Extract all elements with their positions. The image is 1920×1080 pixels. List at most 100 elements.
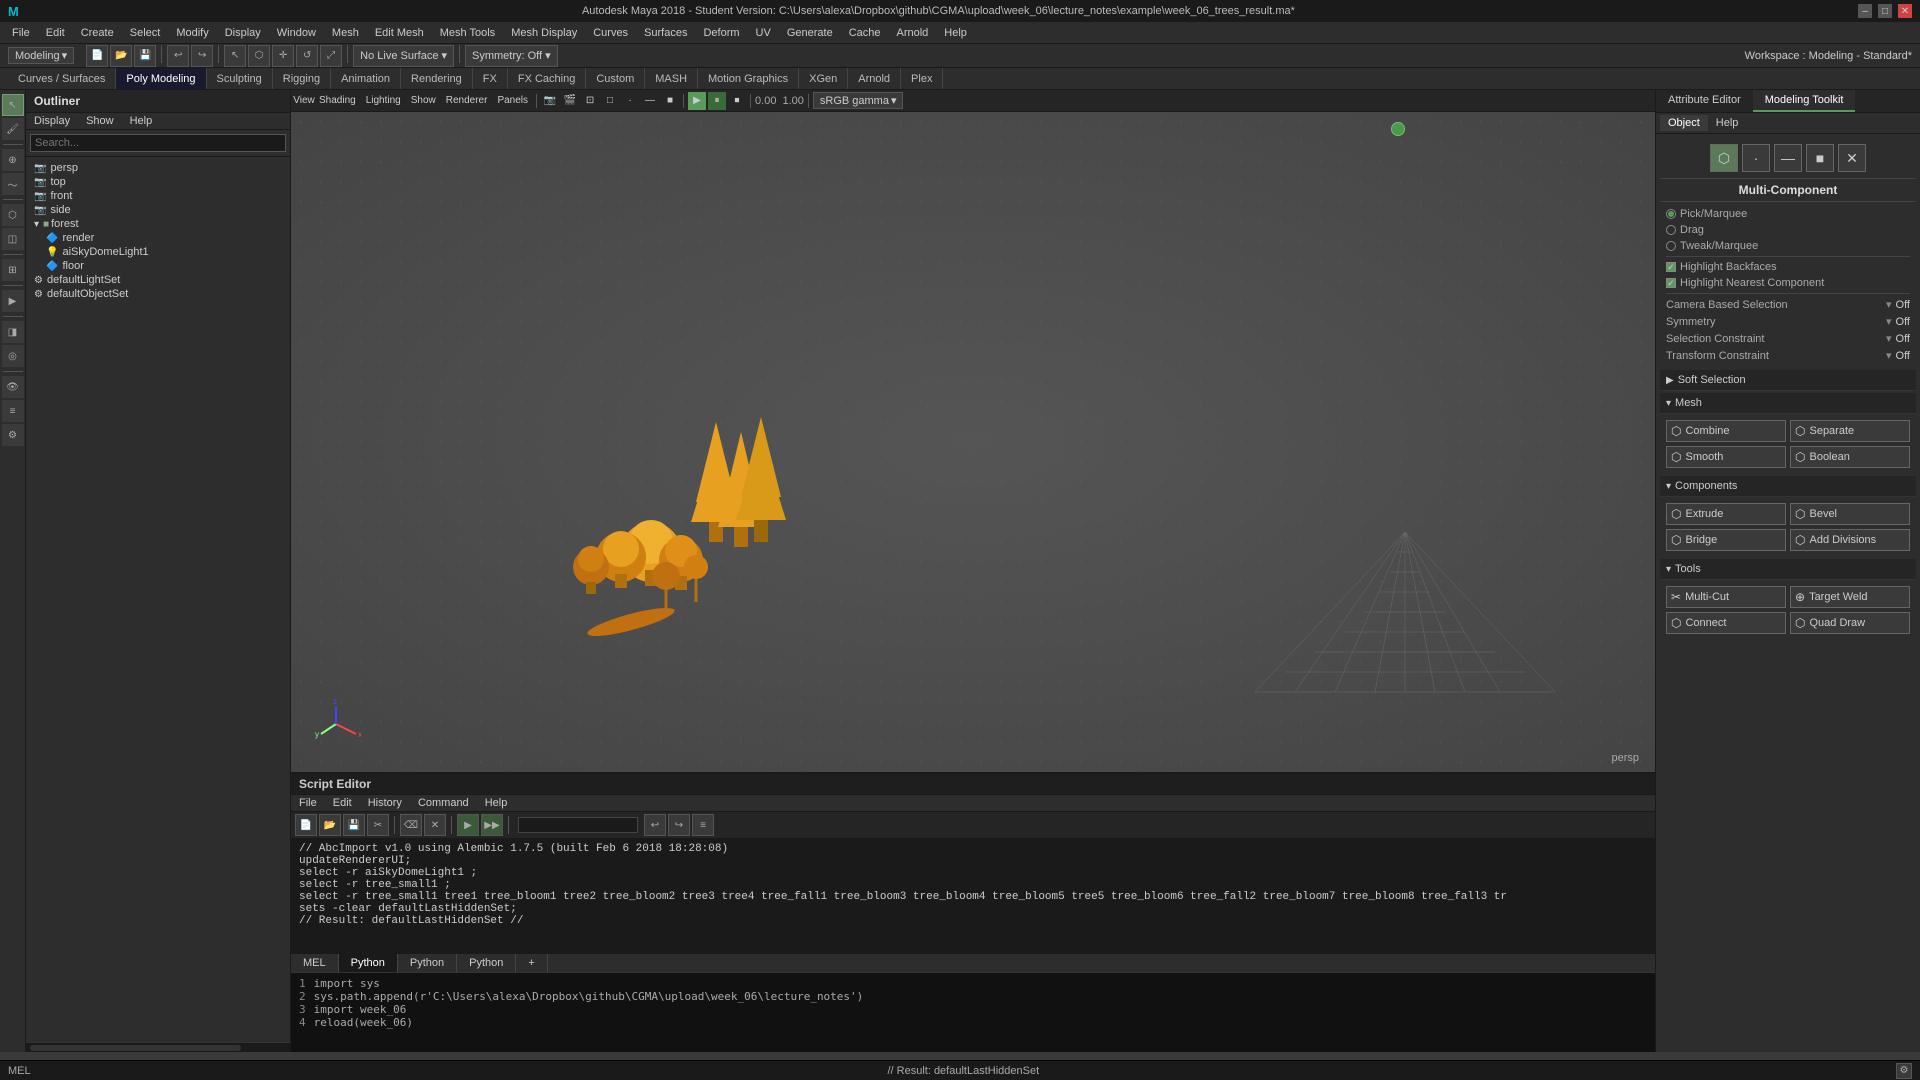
script-new-btn[interactable]: 📄	[295, 814, 317, 836]
move-tool-button[interactable]: ✛	[272, 45, 294, 67]
selection-constraint-row[interactable]: Selection Constraint ▾ Off	[1666, 330, 1910, 347]
uv-button[interactable]: ◨	[2, 321, 24, 343]
menu-select[interactable]: Select	[122, 22, 169, 43]
script-undo-btn[interactable]: ↩	[644, 814, 666, 836]
poly-button[interactable]: ⬡	[2, 204, 24, 226]
script-cut-btn[interactable]: ✂	[367, 814, 389, 836]
vp-menu-renderer[interactable]: Renderer	[442, 92, 492, 110]
outliner-menu-show[interactable]: Show	[78, 113, 122, 129]
highlight-backfaces-checkbox[interactable]: ✓	[1666, 262, 1676, 272]
tree-item-forest[interactable]: ▾ ■ forest	[30, 217, 286, 231]
cattab-rendering[interactable]: Rendering	[401, 68, 473, 89]
menu-edit-mesh[interactable]: Edit Mesh	[367, 22, 432, 43]
rp-tab-modeling-toolkit[interactable]: Modeling Toolkit	[1753, 90, 1856, 112]
layer-button[interactable]: ≡	[2, 400, 24, 422]
mode-vertex[interactable]: ·	[1742, 144, 1770, 172]
menu-surfaces[interactable]: Surfaces	[636, 22, 695, 43]
cattab-animation[interactable]: Animation	[331, 68, 401, 89]
rp-tab-attribute-editor[interactable]: Attribute Editor	[1656, 90, 1753, 112]
paint-button[interactable]: 🖌	[2, 118, 24, 140]
scale-tool-button[interactable]: ⤢	[320, 45, 342, 67]
script-menu-help[interactable]: Help	[477, 795, 516, 811]
smooth-button[interactable]: ⬡ Smooth	[1666, 446, 1786, 468]
lasso-button[interactable]: ⬡	[248, 45, 270, 67]
transform-constraint-row[interactable]: Transform Constraint ▾ Off	[1666, 347, 1910, 364]
close-button[interactable]: ✕	[1898, 4, 1912, 18]
cattab-mash[interactable]: MASH	[645, 68, 698, 89]
combine-button[interactable]: ⬡ Combine	[1666, 420, 1786, 442]
symmetry-off-button[interactable]: Symmetry: Off ▾	[465, 45, 558, 67]
menu-mesh[interactable]: Mesh	[324, 22, 367, 43]
bevel-button[interactable]: ⬡ Bevel	[1790, 503, 1910, 525]
xray-button[interactable]: ◎	[2, 345, 24, 367]
new-file-button[interactable]: 📄	[86, 45, 108, 67]
menu-curves[interactable]: Curves	[585, 22, 636, 43]
undo-button[interactable]: ↩	[167, 45, 189, 67]
quad-draw-button[interactable]: ⬡ Quad Draw	[1790, 612, 1910, 634]
cattab-arnold[interactable]: Arnold	[848, 68, 901, 89]
script-clear-history-btn[interactable]: ⌫	[400, 814, 422, 836]
script-exec-btn[interactable]: ▶	[457, 814, 479, 836]
minimize-button[interactable]: –	[1858, 4, 1872, 18]
script-input-area[interactable]: 1import sys 2sys.path.append(r'C:\Users\…	[291, 972, 1655, 1052]
multi-cut-button[interactable]: ✂ Multi-Cut	[1666, 586, 1786, 608]
menu-mesh-display[interactable]: Mesh Display	[503, 22, 585, 43]
view-button[interactable]: 👁	[2, 376, 24, 398]
boolean-button[interactable]: ⬡ Boolean	[1790, 446, 1910, 468]
mode-multi-component[interactable]: ⬡	[1710, 144, 1738, 172]
cattab-plex[interactable]: Plex	[901, 68, 943, 89]
deform-button[interactable]: ⊞	[2, 259, 24, 281]
cattab-motiongraphics[interactable]: Motion Graphics	[698, 68, 799, 89]
redo-button[interactable]: ↪	[191, 45, 213, 67]
outliner-menu-display[interactable]: Display	[26, 113, 78, 129]
script-tab-python2[interactable]: Python	[398, 954, 457, 972]
cattab-fxcaching[interactable]: FX Caching	[508, 68, 586, 89]
menu-display[interactable]: Display	[217, 22, 269, 43]
script-menu-history[interactable]: History	[360, 795, 410, 811]
vp-render-btn[interactable]: ▶	[688, 92, 706, 110]
menu-uv[interactable]: UV	[748, 22, 779, 43]
cattab-rigging[interactable]: Rigging	[273, 68, 331, 89]
maximize-button[interactable]: □	[1878, 4, 1892, 18]
curve-button[interactable]: 〜	[2, 173, 24, 195]
menu-window[interactable]: Window	[269, 22, 324, 43]
outliner-scrollbar-h[interactable]	[26, 1042, 290, 1052]
cattab-polymodeling[interactable]: Poly Modeling	[116, 68, 206, 89]
rp-subtab-help[interactable]: Help	[1708, 115, 1747, 131]
drag-row[interactable]: Drag	[1666, 222, 1910, 238]
cattab-curves[interactable]: Curves / Surfaces	[8, 68, 116, 89]
tree-item-front[interactable]: 📷 front	[30, 189, 286, 203]
rotate-tool-button[interactable]: ↺	[296, 45, 318, 67]
vp-edge-button[interactable]: —	[641, 92, 659, 110]
script-tab-python3[interactable]: Python	[457, 954, 516, 972]
vp-menu-panels[interactable]: Panels	[493, 92, 532, 110]
menu-modify[interactable]: Modify	[168, 22, 216, 43]
tree-item-floor[interactable]: 🔷 floor	[30, 259, 286, 273]
select-mode-button[interactable]: ↖	[2, 94, 24, 116]
mode-edge[interactable]: —	[1774, 144, 1802, 172]
cattab-fx[interactable]: FX	[473, 68, 508, 89]
pick-marquee-row[interactable]: Pick/Marquee	[1666, 206, 1910, 222]
open-file-button[interactable]: 📂	[110, 45, 132, 67]
vp-menu-shading[interactable]: Shading	[315, 92, 360, 110]
symmetry-row[interactable]: Symmetry ▾ Off	[1666, 313, 1910, 330]
mesh-section-header[interactable]: ▾ Mesh	[1660, 393, 1916, 414]
snap-button[interactable]: ⊕	[2, 149, 24, 171]
mode-face[interactable]: ■	[1806, 144, 1834, 172]
camera-based-selection-row[interactable]: Camera Based Selection ▾ Off	[1666, 296, 1910, 313]
no-live-surface-button[interactable]: No Live Surface ▾	[353, 45, 454, 67]
bridge-button[interactable]: ⬡ Bridge	[1666, 529, 1786, 551]
vp-snap-button[interactable]: ⊡	[581, 92, 599, 110]
add-divisions-button[interactable]: ⬡ Add Divisions	[1790, 529, 1910, 551]
script-tab-python1[interactable]: Python	[339, 954, 398, 972]
menu-deform[interactable]: Deform	[695, 22, 747, 43]
attr-button[interactable]: ⚙	[2, 424, 24, 446]
highlight-backfaces-row[interactable]: ✓ Highlight Backfaces	[1666, 259, 1910, 275]
script-tab-add[interactable]: +	[516, 954, 547, 972]
vp-camera-button[interactable]: 📷	[541, 92, 559, 110]
menu-generate[interactable]: Generate	[779, 22, 841, 43]
cattab-xgen[interactable]: XGen	[799, 68, 848, 89]
vp-menu-show[interactable]: Show	[407, 92, 440, 110]
tree-item-defaultlightset[interactable]: ⚙ defaultLightSet	[30, 273, 286, 287]
script-menu-edit[interactable]: Edit	[325, 795, 360, 811]
